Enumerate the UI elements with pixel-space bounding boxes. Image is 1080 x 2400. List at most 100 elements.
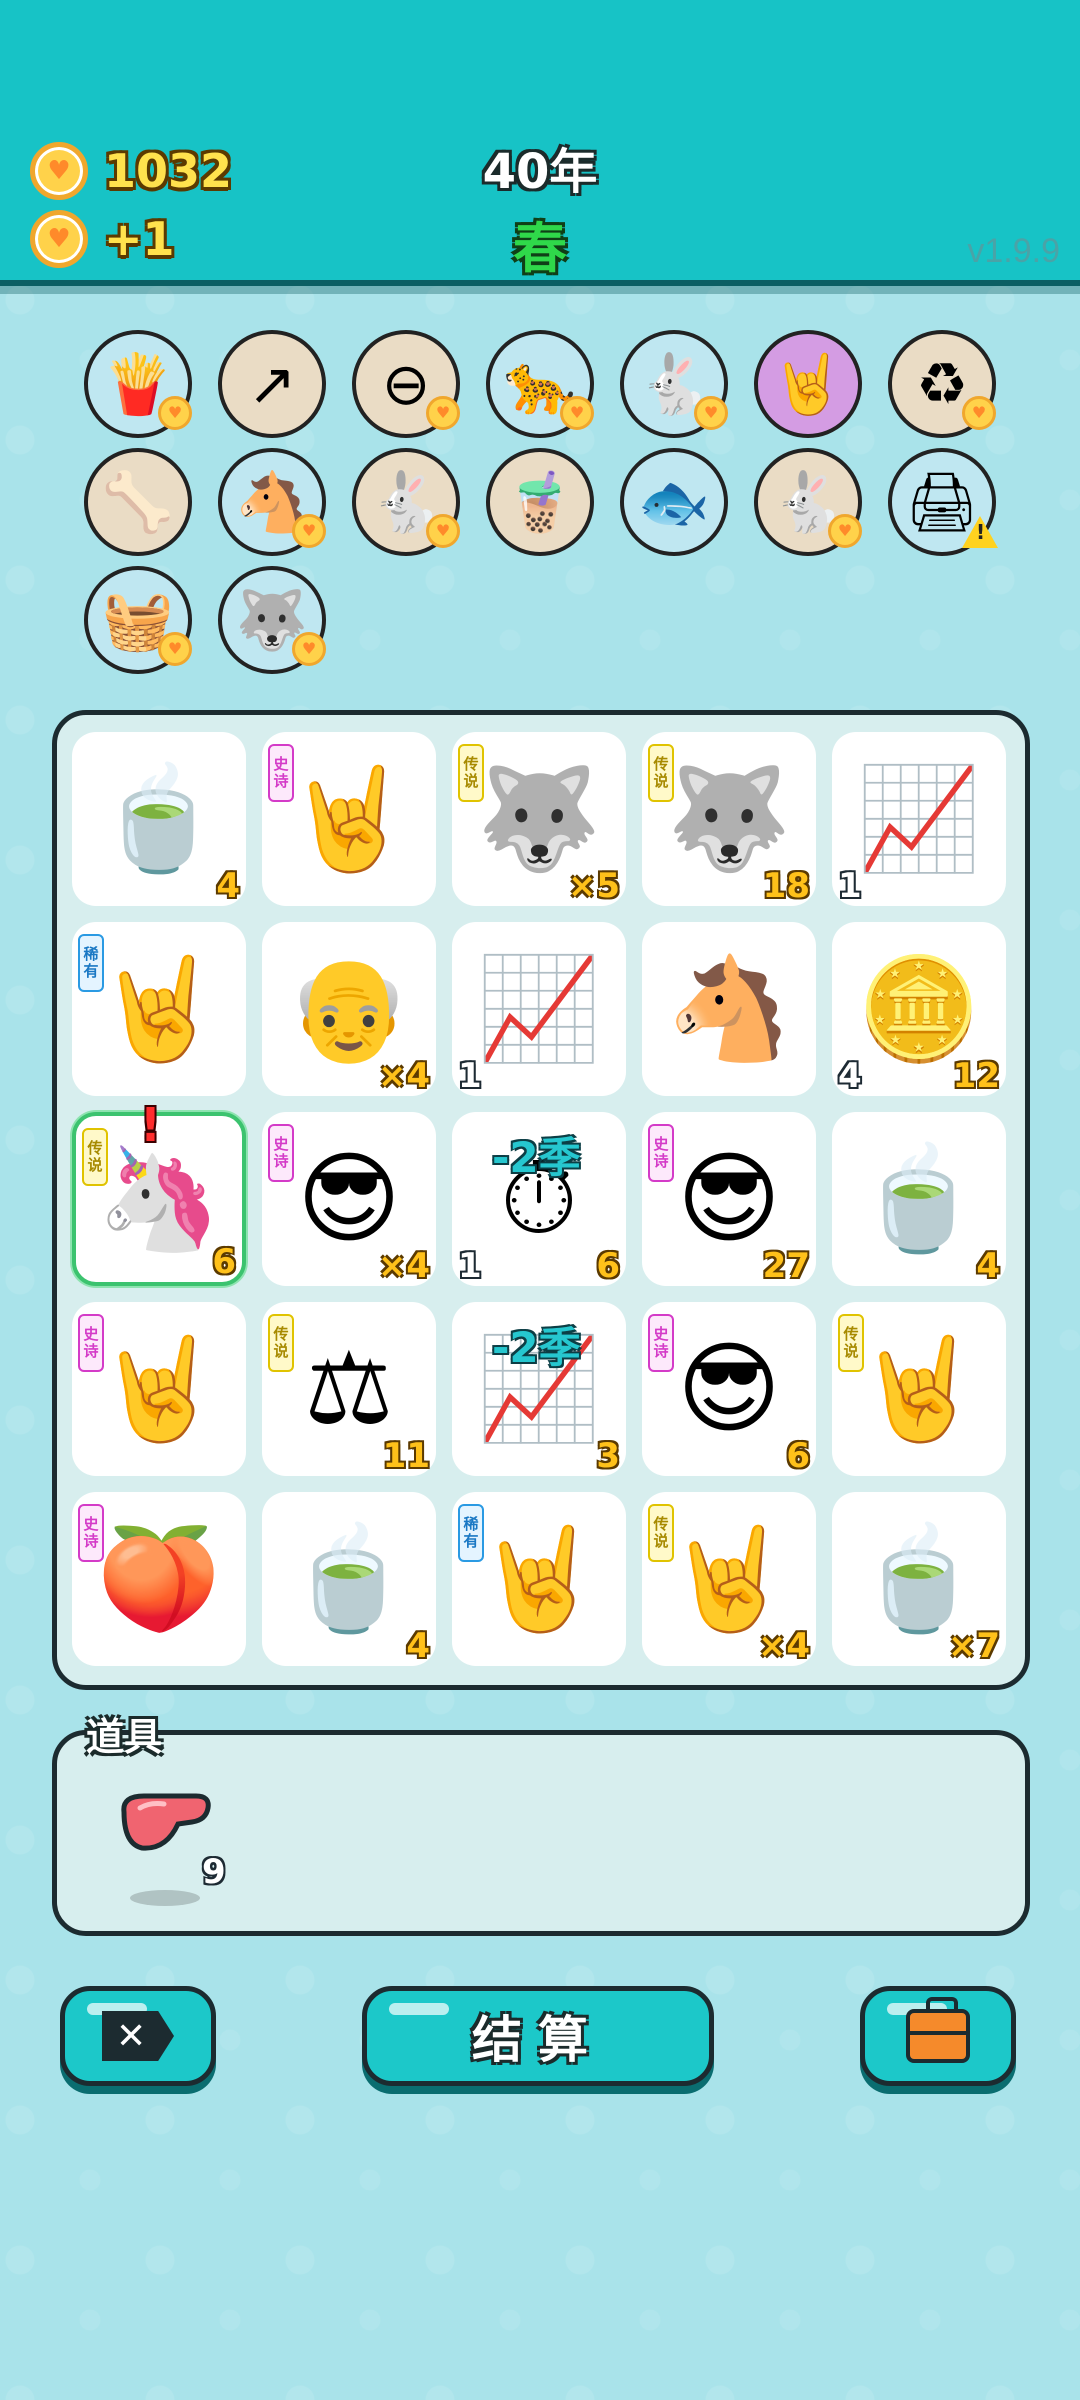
cell-value: 4	[406, 1626, 430, 1666]
symbol-slot[interactable]: 🧺 ♥	[84, 566, 192, 674]
rock-hand-icon: 🤘	[96, 950, 222, 1067]
rarity-tag: 传说	[838, 1314, 864, 1372]
heart-coin-icon: ♥	[426, 514, 460, 548]
green-hair-guy-icon: 😎	[296, 1140, 402, 1257]
symbol-slot[interactable]: 🐇 ♥	[754, 448, 862, 556]
delete-button[interactable]: ✕	[60, 1986, 216, 2086]
tea-bowl-icon: 🍵	[856, 1520, 982, 1637]
rock-hand-icon: 🤘	[856, 1330, 982, 1447]
season-overlay: -2季	[492, 1323, 581, 1372]
tea-bowl-icon: 🍵	[286, 1520, 412, 1637]
rarity-tag: 史诗	[78, 1504, 104, 1562]
board-cell[interactable]: 🤘 稀有	[72, 922, 246, 1096]
rarity-tag: 史诗	[648, 1314, 674, 1372]
rarity-tag: 传说	[648, 1504, 674, 1562]
board-cell[interactable]: 🤘 稀有	[452, 1492, 626, 1666]
tea-bowl-icon: 🍵	[856, 1140, 982, 1257]
board-cell[interactable]: 🤘 史诗	[262, 732, 436, 906]
season-label: 春	[513, 217, 567, 280]
item-shadow	[130, 1890, 200, 1906]
heart-coin-icon: ♥	[694, 396, 728, 430]
cell-value: 3	[596, 1436, 620, 1476]
settle-button[interactable]: 结算	[362, 1986, 714, 2086]
symbol-slot[interactable]: ⊖ ♥	[352, 330, 460, 438]
cell-counter: 1	[838, 866, 862, 906]
symbol-slot[interactable]: 🐇 ♥	[352, 448, 460, 556]
green-hair-guy-icon: 😎	[676, 1330, 782, 1447]
heart-coin-icon: ♥	[828, 514, 862, 548]
heart-coin-icon: ♥	[292, 632, 326, 666]
heart-coin-icon: ♥	[158, 396, 192, 430]
symbol-slot[interactable]: 🧋	[486, 448, 594, 556]
symbol-slot[interactable]: ↗	[218, 330, 326, 438]
board-cell[interactable]: 😎 史诗 27	[642, 1112, 816, 1286]
gold-bars-icon: 🪙	[856, 950, 982, 1067]
symbol-slot[interactable]: 🤘	[754, 330, 862, 438]
symbol-slot[interactable]: 🐟	[620, 448, 728, 556]
rarity-tag: 传说	[82, 1128, 108, 1186]
symbol-slot[interactable]: 🐺 ♥	[218, 566, 326, 674]
rarity-tag: 史诗	[78, 1314, 104, 1372]
cell-value: ×5	[567, 866, 620, 906]
heart-coin-icon: ♥	[560, 396, 594, 430]
cell-value: 4	[976, 1246, 1000, 1286]
bubble-tea-icon: 🧋	[503, 468, 577, 536]
board-cell[interactable]: 📈 1	[452, 922, 626, 1096]
rarity-tag: 传说	[648, 744, 674, 802]
board-cell[interactable]: 🤘 传说	[832, 1302, 1006, 1476]
rock-hand-icon: 🤘	[666, 1520, 792, 1637]
board-cell[interactable]: 🪙 4 12	[832, 922, 1006, 1096]
symbol-slot[interactable]: ♻ ♥	[888, 330, 996, 438]
delete-key-icon: ✕	[102, 2011, 174, 2061]
board-cell[interactable]: ⚖ 传说 11	[262, 1302, 436, 1476]
board-cell[interactable]: 🤘 史诗	[72, 1302, 246, 1476]
cell-value: 6	[786, 1436, 810, 1476]
horse-icon: 🐴	[666, 950, 792, 1067]
board-cell[interactable]: 🐺 传说 ×5	[452, 732, 626, 906]
rock-hand-icon: 🤘	[286, 760, 412, 877]
rarity-tag: 稀有	[78, 934, 104, 992]
board-cell[interactable]: 🐺 传说 18	[642, 732, 816, 906]
rarity-tag: 传说	[268, 1314, 294, 1372]
board-cell[interactable]: 🍑 史诗	[72, 1492, 246, 1666]
board-cell[interactable]: ⏱ -2季 1 6	[452, 1112, 626, 1286]
symbol-slot[interactable]: 🍟 ♥	[84, 330, 192, 438]
rarity-tag: 稀有	[458, 1504, 484, 1562]
fish-tank-icon: 🐟	[637, 468, 711, 536]
cell-value: ×4	[377, 1246, 430, 1286]
symbol-slot[interactable]: 🐆 ♥	[486, 330, 594, 438]
cell-value: ×7	[947, 1626, 1000, 1666]
symbol-slot[interactable]: 🦴	[84, 448, 192, 556]
heart-coin-icon: ♥	[292, 514, 326, 548]
cell-value: 6	[596, 1246, 620, 1286]
liver-icon[interactable]	[118, 1790, 214, 1867]
board-cell[interactable]: 📈 1	[832, 732, 1006, 906]
cell-value: 6	[212, 1242, 236, 1282]
symbol-slot[interactable]: 🐇 ♥	[620, 330, 728, 438]
board-cell[interactable]: 📈 -2季 3	[452, 1302, 626, 1476]
cell-counter: 4	[838, 1056, 862, 1096]
board-cell[interactable]: 😎 史诗 6	[642, 1302, 816, 1476]
version-label: v1.9.9	[967, 232, 1060, 270]
settle-label: 结算	[472, 2011, 604, 2069]
board-cell[interactable]: 🍵 ×7	[832, 1492, 1006, 1666]
item-count: 9	[202, 1852, 226, 1892]
board-cell[interactable]: 🍵 4	[72, 732, 246, 906]
board-cell[interactable]: 🐴	[642, 922, 816, 1096]
heart-coin-icon: ♥	[426, 396, 460, 430]
board-cell[interactable]: 😎 史诗 ×4	[262, 1112, 436, 1286]
board-cell[interactable]: 🍵 4	[262, 1492, 436, 1666]
symbol-slot[interactable]: 🐴 ♥	[218, 448, 326, 556]
board-cell[interactable]: 🍵 4	[832, 1112, 1006, 1286]
symbol-slot[interactable]: 🖨	[888, 448, 998, 556]
cell-counter: 1	[458, 1246, 482, 1286]
inventory-button[interactable]	[860, 1986, 1016, 2086]
cell-value: 18	[762, 866, 810, 906]
cell-value: 27	[762, 1246, 810, 1286]
rock-hand-icon: 🤘	[476, 1520, 602, 1637]
board-cell[interactable]: 👴 ×4	[262, 922, 436, 1096]
rarity-tag: 史诗	[268, 744, 294, 802]
cell-counter: 1	[458, 1056, 482, 1096]
board-cell[interactable]: 🤘 传说 ×4	[642, 1492, 816, 1666]
cell-value: 12	[952, 1056, 1000, 1096]
